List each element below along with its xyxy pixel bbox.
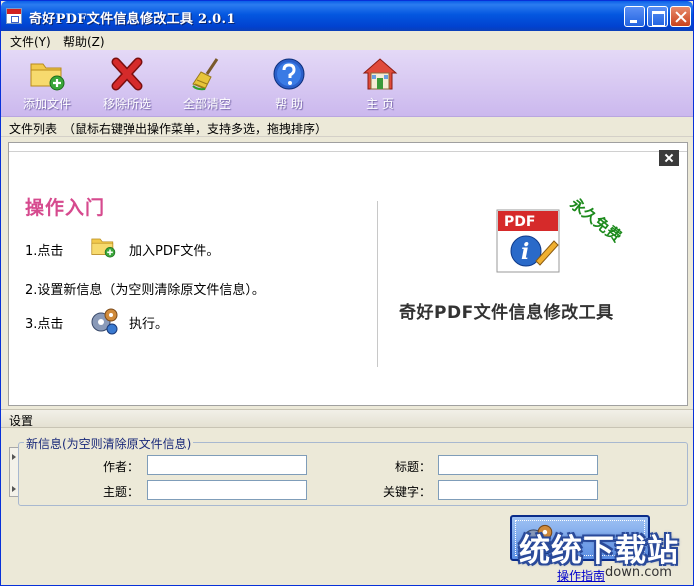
clear-all-button[interactable]: 全部清空 — [171, 54, 243, 114]
title-input[interactable] — [438, 455, 598, 475]
folder-add-icon — [27, 56, 67, 92]
add-file-label: 添加文件 — [22, 97, 71, 111]
free-badge: 永久免费 — [566, 194, 626, 246]
author-label: 作者： — [102, 460, 139, 474]
operation-guide-link[interactable]: 操作指南 — [557, 567, 605, 584]
step3-prefix: 3.点击 — [25, 317, 64, 332]
minimize-button[interactable] — [624, 6, 645, 27]
title-bar[interactable]: 奇好PDF文件信息修改工具 2.0.1 — [1, 1, 693, 31]
close-window-button[interactable] — [670, 6, 691, 27]
home-label: 主 页 — [366, 97, 394, 111]
file-list-header: 文件列表 （鼠标右键弹出操作菜单，支持多选，拖拽排序） — [1, 118, 693, 137]
pdf-logo-text: PDF — [504, 214, 535, 230]
menu-bar: 文件(Y) 帮助(Z) — [1, 31, 693, 50]
remove-selected-button[interactable]: 移除所选 — [91, 54, 163, 114]
subject-input[interactable] — [147, 480, 307, 500]
group-legend: 新信息(为空则清除原文件信息) — [24, 435, 194, 452]
question-icon — [269, 56, 309, 92]
home-button[interactable]: 主 页 — [344, 54, 416, 114]
toolbar: 添加文件 移除所选 全部清空 帮 助 主 页 — [1, 50, 693, 117]
guide-title: 操作入门 — [25, 197, 106, 219]
clear-all-label: 全部清空 — [182, 97, 231, 111]
watermark-url: down.com — [605, 565, 672, 580]
menu-file[interactable]: 文件(Y) — [10, 33, 51, 50]
pdf-edit-logo: PDF i — [496, 209, 560, 273]
folder-add-icon-small — [89, 233, 117, 262]
panel-header-strip — [9, 143, 687, 152]
window-title: 奇好PDF文件信息修改工具 2.0.1 — [29, 12, 236, 27]
subject-label: 主题： — [102, 485, 139, 499]
step2-text: 2.设置新信息（为空则清除原文件信息）。 — [25, 283, 265, 298]
title-label: 标题： — [394, 460, 431, 474]
maximize-button[interactable] — [647, 6, 668, 27]
close-guide-icon[interactable] — [659, 150, 679, 166]
help-button[interactable]: 帮 助 — [253, 54, 325, 114]
keywords-input[interactable] — [438, 480, 598, 500]
author-input[interactable] — [147, 455, 307, 475]
app-icon[interactable] — [6, 8, 22, 24]
file-list-panel[interactable]: 操作入门 1.点击 加入PDF文件。 2.设置新信息（为空则清除原文件信息）。 … — [8, 142, 688, 406]
home-icon — [360, 56, 400, 92]
remove-selected-label: 移除所选 — [102, 97, 151, 111]
broom-icon — [187, 56, 227, 92]
product-name: 奇好PDF文件信息修改工具 — [399, 303, 614, 323]
settings-header[interactable]: 设置 — [1, 409, 693, 428]
app-window: 奇好PDF文件信息修改工具 2.0.1 文件(Y) 帮助(Z) 添加文件 移除所… — [0, 0, 694, 586]
menu-help[interactable]: 帮助(Z) — [63, 33, 105, 50]
step1-prefix: 1.点击 — [25, 244, 64, 259]
add-file-button[interactable]: 添加文件 — [11, 54, 83, 114]
gears-icon — [89, 307, 119, 338]
site-watermark: 统统下载站 — [519, 533, 679, 569]
red-x-icon — [107, 56, 147, 92]
help-label: 帮 助 — [275, 97, 303, 111]
step1-suffix: 加入PDF文件。 — [129, 244, 220, 259]
step3-suffix: 执行。 — [129, 317, 169, 332]
vertical-divider — [377, 201, 378, 367]
keywords-label: 关键字： — [382, 485, 431, 499]
svg-text:i: i — [521, 239, 529, 265]
